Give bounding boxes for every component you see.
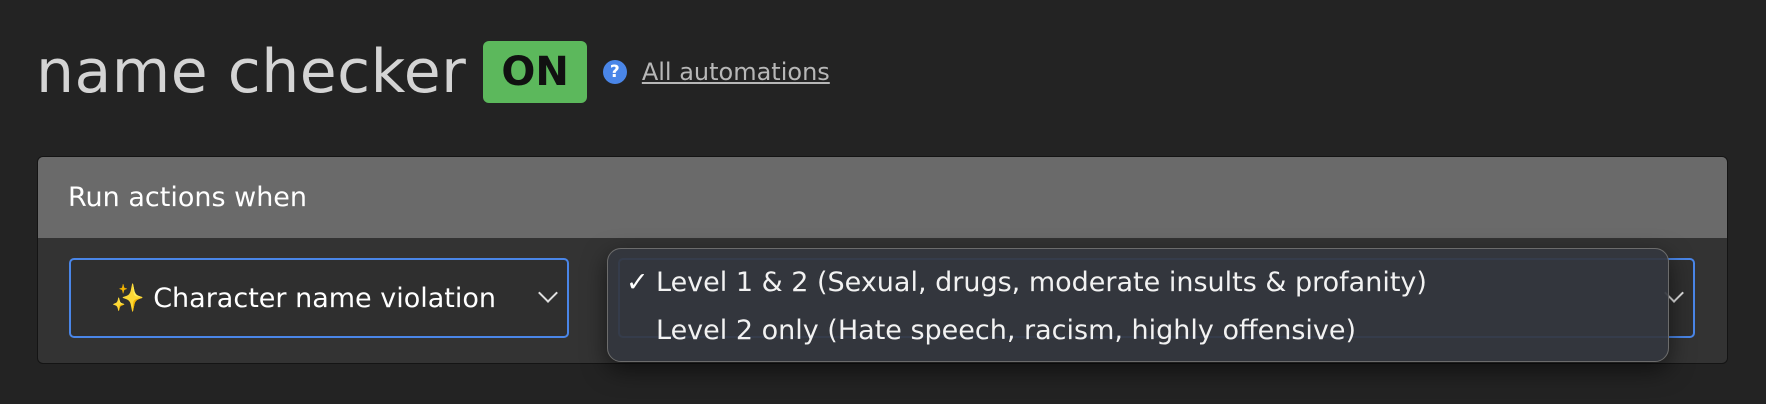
chevron-down-icon [538, 283, 558, 303]
help-icon[interactable]: ? [602, 60, 627, 84]
trigger-select[interactable]: ✨ Character name violation de [69, 258, 569, 338]
level-option-label: Level 2 only (Hate speech, racism, highl… [656, 315, 1357, 346]
page-title: name checker [36, 37, 467, 107]
level-option-2-only[interactable]: Level 2 only (Hate speech, racism, highl… [608, 307, 1668, 355]
all-automations-link[interactable]: All automations [642, 58, 830, 86]
level-dropdown-menu: ✓ Level 1 & 2 (Sexual, drugs, moderate i… [607, 248, 1669, 362]
checkmark-icon: ✓ [626, 267, 649, 298]
automation-page: name checker ON ? All automations Run ac… [0, 0, 1766, 404]
panel-header: Run actions when [38, 157, 1727, 238]
panel-title: Run actions when [68, 182, 308, 213]
level-option-1-and-2[interactable]: ✓ Level 1 & 2 (Sexual, drugs, moderate i… [608, 259, 1668, 307]
title-row: name checker ON ? All automations [36, 36, 830, 108]
trigger-select-value: ✨ Character name violation de [111, 283, 503, 314]
level-option-label: Level 1 & 2 (Sexual, drugs, moderate ins… [656, 267, 1427, 298]
status-badge[interactable]: ON [483, 41, 587, 103]
